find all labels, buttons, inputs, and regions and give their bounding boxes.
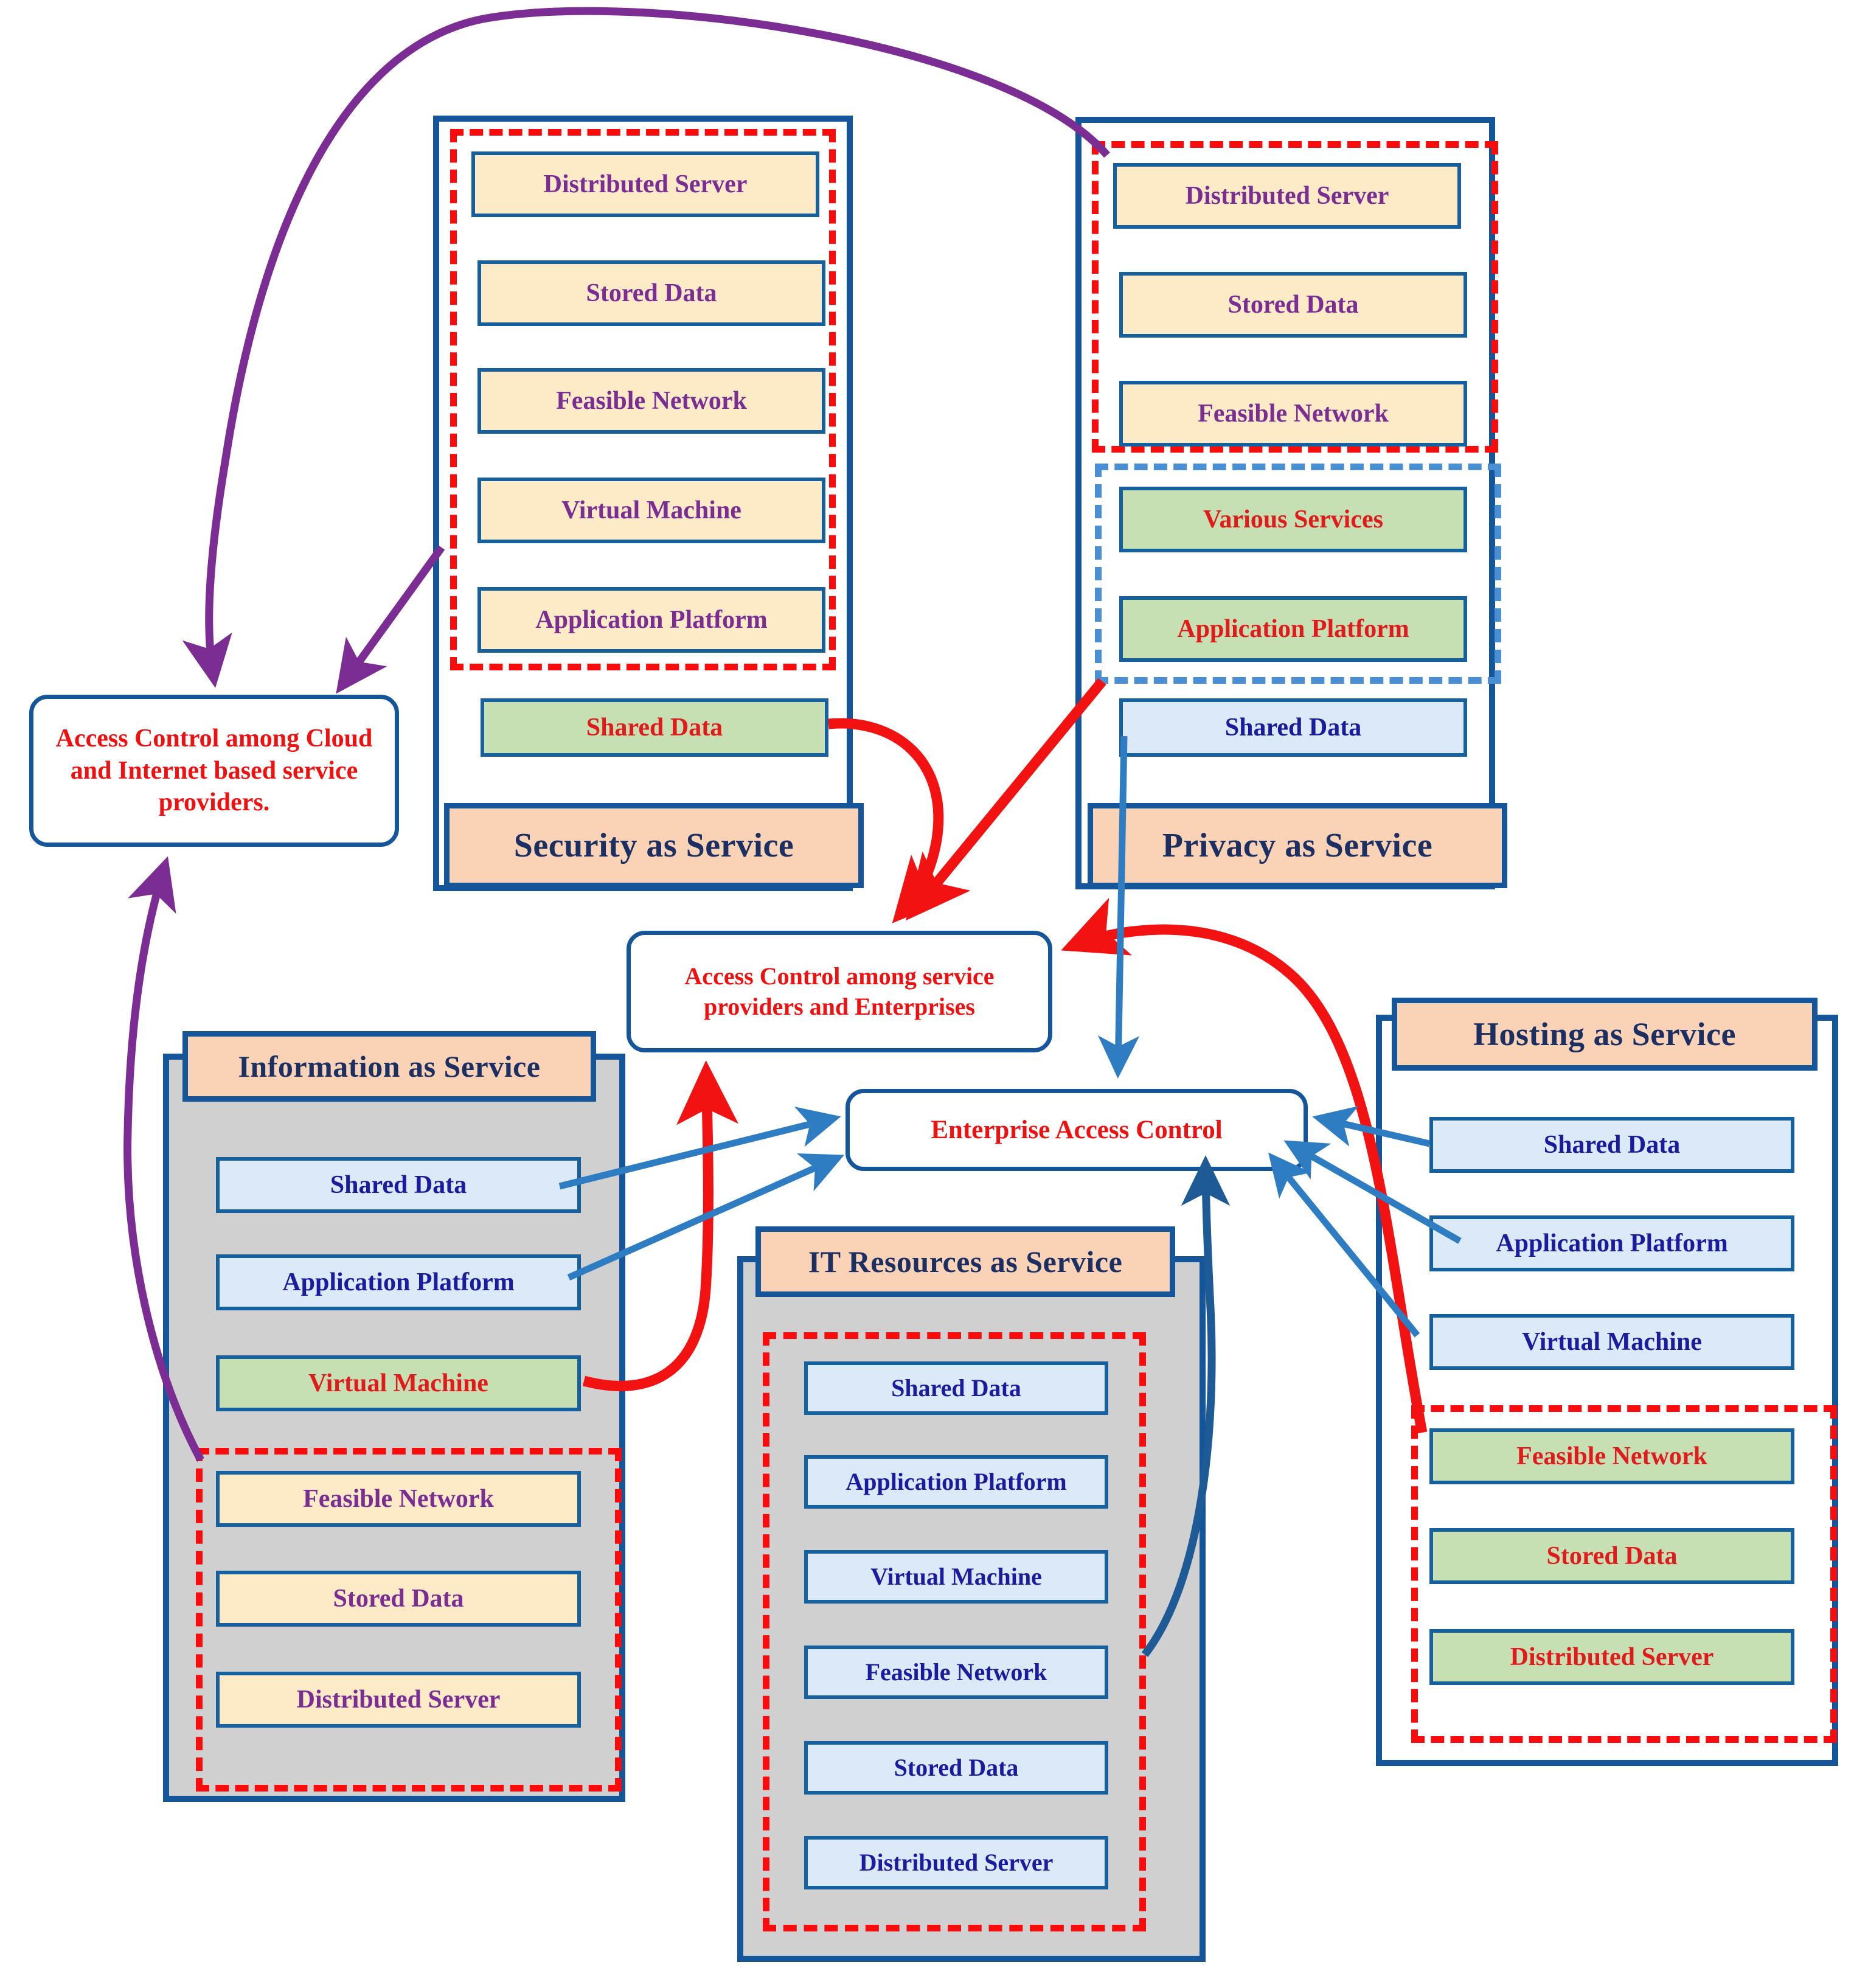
privacy-row-2: Feasible Network [1119,381,1467,447]
hosting-row-3: Feasible Network [1429,1428,1794,1484]
it-resources-row-3: Feasible Network [804,1646,1108,1699]
security-row-3: Virtual Machine [477,478,825,543]
information-row-5: Distributed Server [216,1672,581,1728]
information-row-1: Application Platform [216,1254,581,1310]
hosting-row-4: Stored Data [1429,1528,1794,1584]
it-resources-row-2: Virtual Machine [804,1550,1108,1604]
information-row-3: Feasible Network [216,1471,581,1527]
panel-title-it-resources-as-service: IT Resources as Service [755,1226,1175,1297]
security-row-0: Distributed Server [471,151,819,217]
privacy-row-1: Stored Data [1119,272,1467,338]
it-resources-row-4: Stored Data [804,1741,1108,1795]
it-resources-row-5: Distributed Server [804,1836,1108,1889]
security-row-1: Stored Data [477,260,825,326]
panel-title-privacy-as-service: Privacy as Service [1088,803,1507,888]
callout-cloud-internet-access-control: Access Control among Cloud and Internet … [29,695,399,847]
security-row-4: Application Platform [477,587,825,653]
panel-title-information-as-service: Information as Service [182,1031,596,1102]
panel-title-hosting-as-service: Hosting as Service [1392,998,1818,1071]
callout-providers-enterprises-access-control: Access Control among service providers a… [627,931,1052,1052]
information-row-0: Shared Data [216,1157,581,1213]
information-row-2: Virtual Machine [216,1355,581,1411]
security-row-2: Feasible Network [477,368,825,434]
hosting-row-5: Distributed Server [1429,1629,1794,1685]
privacy-row-0: Distributed Server [1113,163,1461,229]
hosting-row-2: Virtual Machine [1429,1314,1794,1370]
privacy-row-4: Application Platform [1119,596,1467,662]
callout-enterprise-access-control: Enterprise Access Control [845,1089,1308,1171]
information-row-4: Stored Data [216,1571,581,1627]
it-resources-row-0: Shared Data [804,1361,1108,1415]
diagram-canvas: Distributed Server Stored Data Feasible … [0,0,1868,1988]
hosting-row-0: Shared Data [1429,1117,1794,1173]
security-row-5: Shared Data [481,698,828,757]
panel-title-security-as-service: Security as Service [444,803,864,888]
hosting-row-1: Application Platform [1429,1215,1794,1271]
privacy-row-3: Various Services [1119,487,1467,552]
it-resources-row-1: Application Platform [804,1455,1108,1509]
privacy-row-5: Shared Data [1119,698,1467,757]
